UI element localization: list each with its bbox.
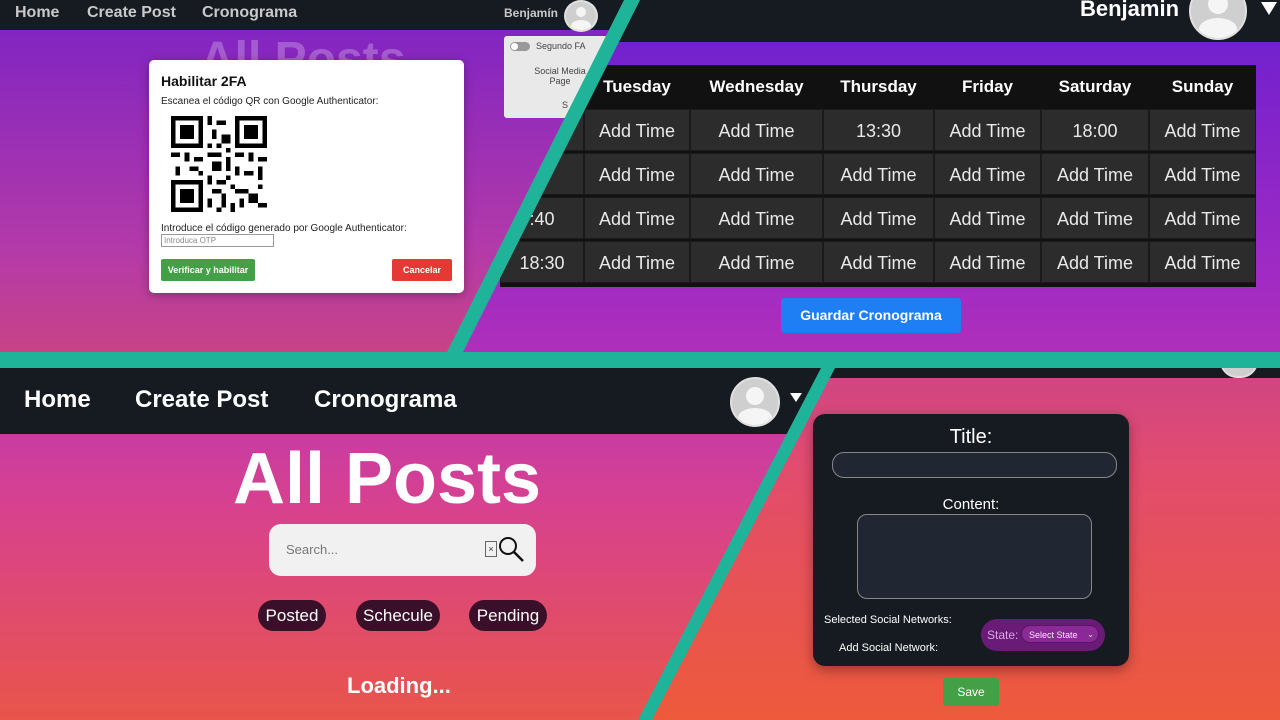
- filter-schedule[interactable]: Schecule: [356, 600, 440, 631]
- save-schedule-button[interactable]: Guardar Cronograma: [781, 298, 961, 333]
- chevron-down-icon[interactable]: [790, 393, 802, 402]
- dropdown-item-3[interactable]: S: [562, 100, 568, 110]
- time-cell[interactable]: Add Time: [584, 153, 690, 195]
- chevron-down-icon: ⌄: [1087, 630, 1094, 639]
- user-name: Benjamin: [1080, 0, 1180, 21]
- modal-title: Habilitar 2FA: [161, 73, 247, 89]
- page-title: All Posts: [233, 439, 542, 519]
- save-button[interactable]: Save: [943, 678, 999, 706]
- state-select[interactable]: Select State ⌄: [1021, 625, 1099, 643]
- time-cell[interactable]: Add Time: [934, 109, 1041, 151]
- time-cell[interactable]: Add Time: [690, 241, 823, 283]
- nav-cronograma-link[interactable]: Cronograma: [314, 386, 457, 414]
- time-cell[interactable]: Add Time: [584, 241, 690, 283]
- nav-create-post-link[interactable]: Create Post: [87, 4, 176, 22]
- chevron-down-icon[interactable]: [1261, 2, 1277, 15]
- day-header: Thursday: [840, 77, 917, 96]
- time-cell[interactable]: Add Time: [1149, 197, 1256, 239]
- time-cell[interactable]: Add Time: [1149, 241, 1256, 283]
- search-icon[interactable]: [497, 535, 525, 563]
- user-name: Benjamín: [504, 6, 559, 20]
- nav-home-link[interactable]: Home: [24, 386, 91, 414]
- search-bar: Search... ×: [269, 524, 536, 576]
- avatar[interactable]: [564, 0, 598, 32]
- time-cell[interactable]: Add Time: [823, 153, 934, 195]
- time-cell[interactable]: Add Time: [584, 109, 690, 151]
- title-label: Title:: [949, 426, 993, 448]
- state-container: State: Select State ⌄: [981, 619, 1105, 651]
- time-cell[interactable]: Add Time: [1149, 153, 1256, 195]
- day-header: Sunday: [1171, 77, 1234, 96]
- day-header: Wednesday: [709, 77, 804, 96]
- qr-code: [171, 116, 267, 212]
- selected-networks-label: Selected Social Networks:: [824, 614, 952, 626]
- cancel-button[interactable]: Cancelar: [392, 259, 452, 281]
- clear-icon[interactable]: ×: [485, 541, 497, 557]
- otp-input[interactable]: Introduca OTP: [161, 234, 274, 247]
- search-input[interactable]: Search...: [286, 542, 338, 557]
- time-cell[interactable]: Add Time: [690, 109, 823, 151]
- create-post-form: Title: Content: Selected Social Networks…: [813, 414, 1129, 666]
- avatar[interactable]: [1189, 0, 1247, 40]
- time-cell[interactable]: Add Time: [823, 197, 934, 239]
- day-header: Saturday: [1058, 77, 1132, 96]
- separator-horizontal: [0, 352, 1280, 368]
- schedule-table: Tuesday Wednesday Thursday Friday Saturd…: [500, 65, 1256, 287]
- content-textarea[interactable]: [857, 514, 1092, 599]
- time-cell[interactable]: 13:30: [823, 109, 934, 151]
- time-cell[interactable]: Add Time: [823, 241, 934, 283]
- dropdown-item-social-media[interactable]: Social Media Page: [530, 66, 590, 86]
- time-cell[interactable]: Add Time: [584, 197, 690, 239]
- nav-cronograma-link[interactable]: Cronograma: [202, 4, 297, 22]
- add-network-label: Add Social Network:: [839, 642, 939, 654]
- content-label: Content:: [942, 496, 1000, 513]
- filter-pending[interactable]: Pending: [469, 600, 547, 631]
- time-cell[interactable]: Add Time: [690, 197, 823, 239]
- filter-posted[interactable]: Posted: [258, 600, 326, 631]
- time-cell[interactable]: Add Time: [1041, 241, 1149, 283]
- loading-text: Loading...: [347, 673, 451, 698]
- time-cell[interactable]: Add Time: [1041, 153, 1149, 195]
- time-cell[interactable]: Add Time: [1041, 197, 1149, 239]
- title-input[interactable]: [832, 452, 1117, 478]
- nav-home-link[interactable]: Home: [15, 4, 59, 22]
- state-label: State:: [987, 628, 1019, 642]
- toggle-switch[interactable]: [510, 42, 530, 51]
- time-cell[interactable]: Add Time: [934, 153, 1041, 195]
- avatar[interactable]: [730, 377, 780, 427]
- dropdown-item-second-factor[interactable]: Segundo FA: [536, 41, 586, 51]
- nav-create-post-link[interactable]: Create Post: [135, 386, 268, 414]
- enter-code-instructions: Introduce el código generado por Google …: [161, 223, 407, 234]
- time-cell[interactable]: 18:00: [1041, 109, 1149, 151]
- time-cell[interactable]: Add Time: [934, 241, 1041, 283]
- twofa-modal: Habilitar 2FA Escanea el código QR con G…: [149, 60, 464, 293]
- verify-enable-button[interactable]: Verificar y habilitar: [161, 259, 255, 281]
- time-cell[interactable]: Add Time: [934, 197, 1041, 239]
- time-cell[interactable]: Add Time: [1149, 109, 1256, 151]
- time-cell[interactable]: Add Time: [690, 153, 823, 195]
- scan-instructions: Escanea el código QR con Google Authenti…: [161, 96, 379, 107]
- day-header: Friday: [961, 77, 1014, 96]
